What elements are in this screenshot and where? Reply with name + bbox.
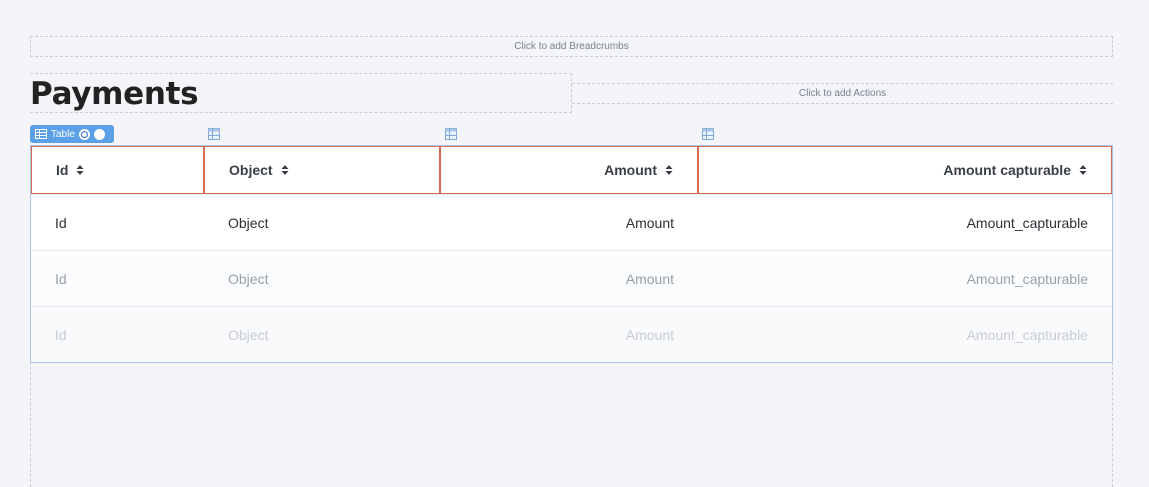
column-header-label: Amount capturable (943, 162, 1071, 178)
column-header-label: Id (56, 162, 69, 178)
sort-icon[interactable] (281, 164, 289, 176)
column-settings-icon[interactable] (208, 128, 220, 140)
column-header-amount-capturable[interactable]: Amount capturable (698, 146, 1112, 194)
column-settings-icon[interactable] (702, 128, 714, 140)
cell-object: Object (228, 326, 269, 343)
table-row[interactable]: Id Object Amount Amount_capturable (31, 194, 1112, 250)
cell-id: Id (55, 270, 67, 287)
column-header-id[interactable]: Id (31, 146, 204, 194)
table-badge-label: Table (51, 128, 75, 140)
cell-amount-capturable: Amount_capturable (966, 214, 1088, 231)
toggle-off-radio[interactable] (93, 128, 105, 140)
cell-amount: Amount (625, 270, 674, 287)
cell-amount: Amount (625, 214, 674, 231)
table-row[interactable]: Id Object Amount Amount_capturable (31, 250, 1112, 306)
cell-amount: Amount (625, 326, 674, 343)
table-component-badge[interactable]: Table (30, 125, 114, 143)
breadcrumbs-placeholder[interactable]: Click to add Breadcrumbs (30, 36, 1113, 57)
payments-table: Id Object Amount Amount capturable Id Ob… (30, 145, 1113, 363)
cell-object: Object (228, 214, 269, 231)
layout-guide-left (30, 362, 31, 487)
sort-icon[interactable] (1079, 164, 1087, 176)
layout-guide-right (1112, 362, 1113, 487)
table-header-row: Id Object Amount Amount capturable (31, 146, 1112, 194)
actions-placeholder[interactable]: Click to add Actions (572, 83, 1113, 104)
cell-id: Id (55, 214, 67, 231)
cell-object: Object (228, 270, 269, 287)
table-row[interactable]: Id Object Amount Amount_capturable (31, 306, 1112, 362)
cell-amount-capturable: Amount_capturable (966, 326, 1088, 343)
page-title: Payments (30, 76, 199, 112)
cell-amount-capturable: Amount_capturable (966, 270, 1088, 287)
column-header-object[interactable]: Object (204, 146, 440, 194)
table-icon (35, 129, 47, 139)
column-settings-icon[interactable] (445, 128, 457, 140)
column-header-label: Object (229, 162, 273, 178)
sort-icon[interactable] (665, 164, 673, 176)
column-header-label: Amount (604, 162, 657, 178)
toggle-on-radio[interactable] (78, 128, 90, 140)
sort-icon[interactable] (76, 164, 84, 176)
column-header-amount[interactable]: Amount (440, 146, 698, 194)
cell-id: Id (55, 326, 67, 343)
